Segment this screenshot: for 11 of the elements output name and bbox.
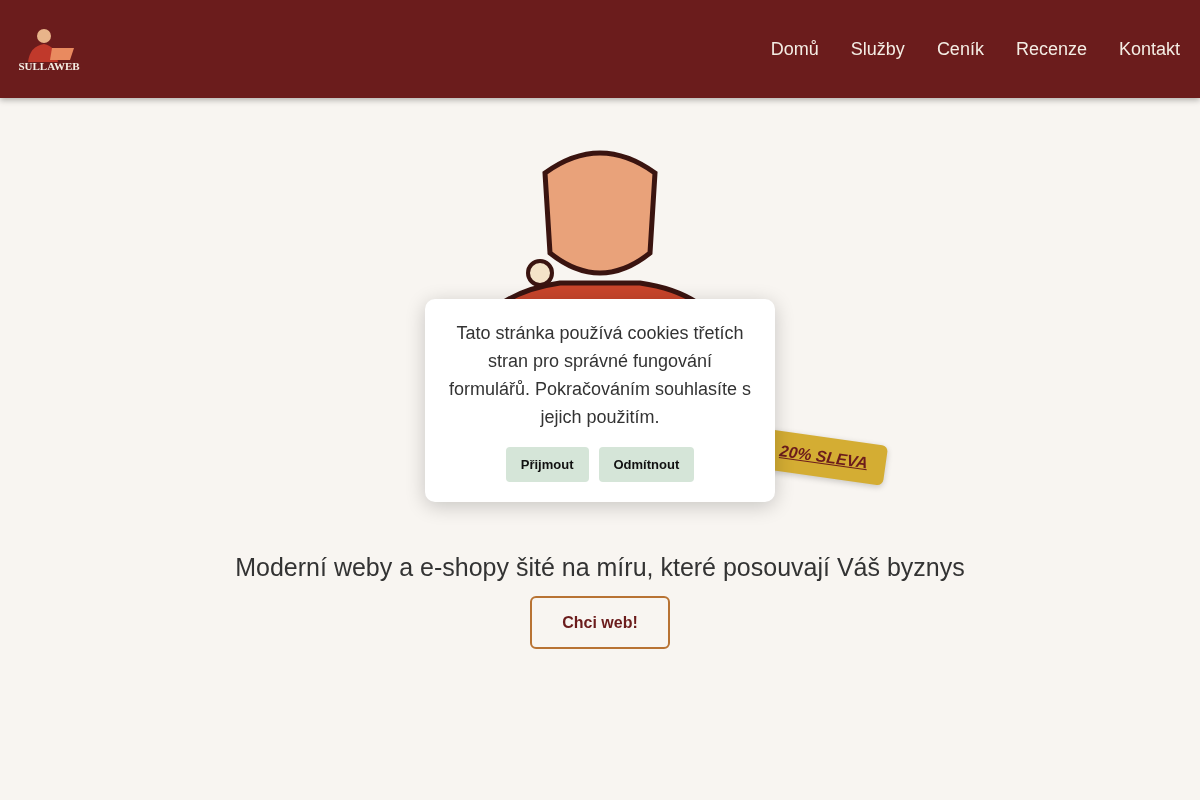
- logo-text: SULLAWEB: [18, 60, 80, 72]
- hero-subtitle: Moderní weby a e-shopy šité na míru, které posouvají Váš byznys: [235, 553, 965, 582]
- nav-link[interactable]: Služby: [850, 38, 905, 60]
- cookie-button[interactable]: Odmítnout: [598, 447, 695, 482]
- nav-link[interactable]: Ceník: [936, 38, 984, 60]
- nav-link[interactable]: Recenze: [1015, 38, 1087, 60]
- nav-link[interactable]: Kontakt: [1118, 38, 1180, 60]
- cookie-button[interactable]: Přijmout: [505, 447, 589, 482]
- nav-link[interactable]: Domů: [770, 38, 819, 60]
- cookie-message: Tato stránka používá cookies třetích stran pro správné fungování formulářů. Pokračováním souhlasíte s jejich použitím.: [447, 322, 753, 429]
- cta-button[interactable]: Chci web!: [530, 596, 670, 649]
